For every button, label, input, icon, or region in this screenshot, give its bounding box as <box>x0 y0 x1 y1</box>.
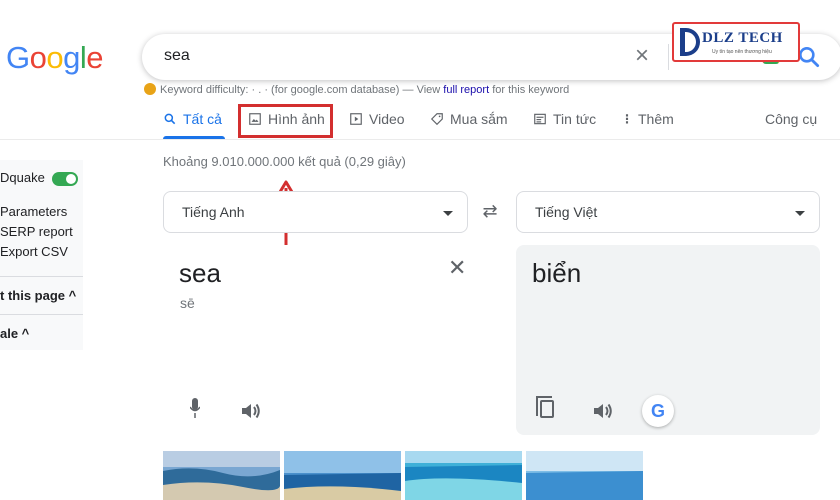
tab-video[interactable]: Video <box>349 108 405 130</box>
tab-news[interactable]: Tin tức <box>533 108 596 130</box>
full-report-link[interactable]: full report <box>443 84 489 96</box>
dropdown-caret-icon <box>443 211 453 216</box>
watermark-mark <box>680 28 700 56</box>
target-language-label: Tiếng Việt <box>535 204 598 220</box>
watermark-slogan: Uy tín tạo nên thương hiệu <box>712 49 772 55</box>
sea-image-thumbnail[interactable] <box>405 451 522 500</box>
target-language-select[interactable]: Tiếng Việt <box>516 191 820 233</box>
tab-label: Công cụ <box>765 111 818 127</box>
tab-label: Mua sắm <box>450 111 508 127</box>
sea-image-thumbnail[interactable] <box>284 451 401 500</box>
tab-label: Thêm <box>638 111 674 127</box>
logo-letter: o <box>46 40 64 75</box>
logo-letter: G <box>6 40 30 75</box>
export-csv-link[interactable]: Export CSV <box>0 244 68 259</box>
result-stats: Khoảng 9.010.000.000 kết quả (0,29 giây) <box>163 154 406 169</box>
play-icon <box>350 113 362 125</box>
sea-image-thumbnail[interactable] <box>163 451 280 500</box>
annotation-highlight-box <box>238 104 333 138</box>
dropdown-caret-icon <box>795 211 805 216</box>
news-icon <box>534 113 546 125</box>
logo-letter: e <box>86 40 104 75</box>
tab-label: Video <box>369 111 405 127</box>
sea-image-thumbnail[interactable] <box>526 451 643 500</box>
search-icon <box>164 113 176 125</box>
tag-icon <box>430 113 443 126</box>
tab-label: Tin tức <box>553 111 597 127</box>
parameters-link[interactable]: Parameters <box>0 204 67 219</box>
sidepanel-section-page[interactable]: t this page ^ <box>0 288 76 303</box>
speaker-icon[interactable] <box>592 401 614 421</box>
source-pronunciation: sē <box>180 295 195 311</box>
tab-label: Tất cả <box>183 111 222 127</box>
tab-all[interactable]: Tất cả <box>163 108 222 130</box>
search-input[interactable]: sea <box>164 47 190 65</box>
watermark-logo: DLZ TECH Uy tín tạo nên thương hiệu <box>672 22 800 62</box>
semrush-icon <box>144 83 156 95</box>
source-language-label: Tiếng Anh <box>182 204 245 220</box>
target-text-panel: biển G <box>516 245 820 435</box>
source-text-panel[interactable]: sea sē ✕ <box>163 245 468 435</box>
swap-languages-icon[interactable]: ⇄ <box>480 201 500 221</box>
keyword-suffix: for this keyword <box>489 84 570 96</box>
tab-tools[interactable]: Công cụ <box>765 108 817 130</box>
search-divider <box>668 44 669 70</box>
clear-icon[interactable]: × <box>630 44 654 68</box>
clear-source-icon[interactable]: ✕ <box>448 255 466 281</box>
tab-shopping[interactable]: Mua sắm <box>430 108 508 130</box>
keyword-prefix: Keyword difficulty: · . · (for google.co… <box>160 84 444 96</box>
sidepanel-divider <box>0 314 83 315</box>
keyword-difficulty: Keyword difficulty: · . · (for google.co… <box>144 83 569 96</box>
google-g-icon[interactable]: G <box>642 395 674 427</box>
sidepanel-section-scale[interactable]: ale ^ <box>0 326 29 341</box>
copy-icon[interactable] <box>536 396 554 418</box>
logo-letter: g <box>63 40 80 75</box>
source-language-select[interactable]: Tiếng Anh <box>163 191 468 233</box>
google-logo[interactable]: Google <box>6 40 104 76</box>
target-text: biển <box>532 258 582 288</box>
sidepanel-toggle[interactable] <box>52 172 78 186</box>
source-text[interactable]: sea <box>179 258 221 289</box>
sidepanel-toggle-label: Dquake <box>0 170 45 185</box>
watermark-brand: DLZ TECH <box>702 30 783 46</box>
more-vert-icon: ⋮ <box>621 112 633 126</box>
tabs-divider <box>0 139 840 140</box>
tab-more[interactable]: ⋮ Thêm <box>621 108 674 130</box>
mic-icon[interactable] <box>190 398 200 418</box>
sidepanel-divider <box>0 276 83 277</box>
logo-letter: o <box>29 40 47 75</box>
serp-report-link[interactable]: SERP report <box>0 224 73 239</box>
speaker-icon[interactable] <box>240 401 262 421</box>
